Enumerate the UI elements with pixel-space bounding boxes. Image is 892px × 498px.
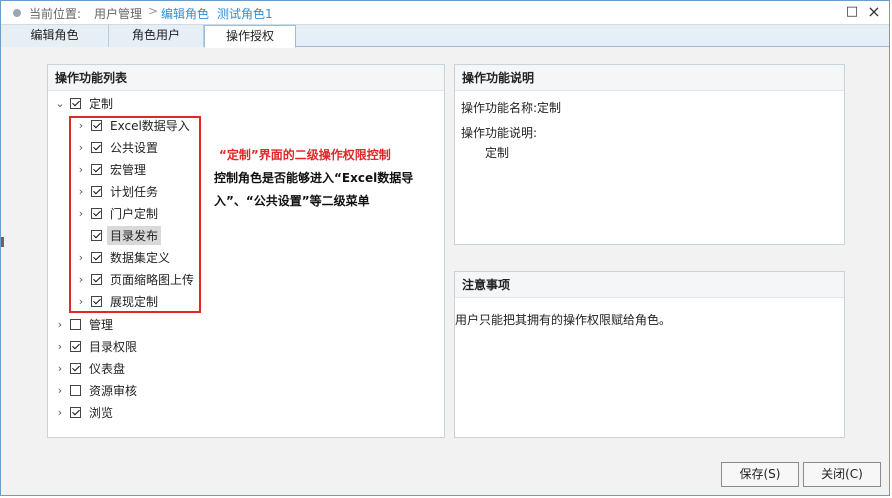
notes-text: 用户只能把其拥有的操作权限赋给角色。 <box>455 313 672 327</box>
operation-description-title: 操作功能说明 <box>455 65 844 91</box>
tab-edit-role[interactable]: 编辑角色 <box>1 25 109 47</box>
breadcrumb-user-management[interactable]: 用户管理 <box>94 5 142 22</box>
chevron-right-icon[interactable]: › <box>54 318 66 331</box>
checkbox[interactable] <box>70 340 81 352</box>
tree-node-label: 管理 <box>89 317 114 332</box>
tree-node-label: 定制 <box>89 96 114 111</box>
tree-node-label: 目录权限 <box>89 339 138 354</box>
chevron-right-icon[interactable]: › <box>54 340 66 353</box>
tab-operation-authorization[interactable]: 操作授权 <box>204 25 296 48</box>
checkbox[interactable] <box>70 97 81 109</box>
close-button[interactable]: 关闭(C) <box>803 462 881 487</box>
annotation-heading: “定制”界面的二级操作权限控制 <box>219 148 391 162</box>
save-button[interactable]: 保存(S) <box>721 462 799 487</box>
chevron-right-icon[interactable]: › <box>54 406 66 419</box>
checkbox[interactable] <box>70 406 81 418</box>
close-icon[interactable]: × <box>866 4 882 20</box>
annotation-line-1: 控制角色是否能够进入“Excel数据导 <box>214 171 414 185</box>
tree-node-dashboard[interactable]: › 仪表盘 <box>54 358 128 378</box>
operation-list-title: 操作功能列表 <box>48 65 444 91</box>
annotation-line-2: 入”、“公共设置”等二级菜单 <box>214 194 370 208</box>
checkbox[interactable] <box>70 362 81 374</box>
tree-node-label: 资源审核 <box>89 383 138 398</box>
operation-description-value: 定制 <box>485 146 510 160</box>
title-bar: 当前位置: 用户管理 > 编辑角色 测试角色1 □ × <box>1 1 889 25</box>
tab-bar: 编辑角色 角色用户 操作授权 <box>1 25 889 48</box>
checkbox[interactable] <box>70 384 81 396</box>
maximize-icon[interactable]: □ <box>844 4 860 20</box>
tab-role-users[interactable]: 角色用户 <box>109 25 204 47</box>
dialog-window: 当前位置: 用户管理 > 编辑角色 测试角色1 □ × 编辑角色 角色用户 操作… <box>0 0 890 496</box>
tree-node-browse[interactable]: › 浏览 <box>54 402 116 422</box>
tree-node-customize[interactable]: ⌄ 定制 <box>54 93 116 113</box>
location-dot-icon <box>13 9 21 17</box>
notes-title: 注意事项 <box>455 272 844 298</box>
operation-name: 操作功能名称:定制 <box>461 101 562 115</box>
highlight-box <box>69 116 201 313</box>
operation-description-label: 操作功能说明: <box>461 126 538 140</box>
notes-panel: 注意事项 <box>454 271 845 438</box>
resize-handle[interactable] <box>1 237 4 247</box>
breadcrumb-edit-role[interactable]: 编辑角色 <box>161 5 209 22</box>
operation-description-panel: 操作功能说明 <box>454 64 845 245</box>
chevron-right-icon[interactable]: › <box>54 362 66 375</box>
chevron-right-icon[interactable]: › <box>54 384 66 397</box>
tree-node-management[interactable]: › 管理 <box>54 314 116 334</box>
tree-node-catalog-permission[interactable]: › 目录权限 <box>54 336 140 356</box>
tree-node-resource-review[interactable]: › 资源审核 <box>54 380 140 400</box>
chevron-down-icon[interactable]: ⌄ <box>54 97 66 110</box>
tree-node-label: 浏览 <box>89 405 114 420</box>
breadcrumb-test-role: 测试角色1 <box>217 7 273 21</box>
breadcrumb-separator: > <box>148 4 159 18</box>
checkbox[interactable] <box>70 318 81 330</box>
tree-node-label: 仪表盘 <box>89 361 126 376</box>
location-label: 当前位置: <box>29 7 82 21</box>
